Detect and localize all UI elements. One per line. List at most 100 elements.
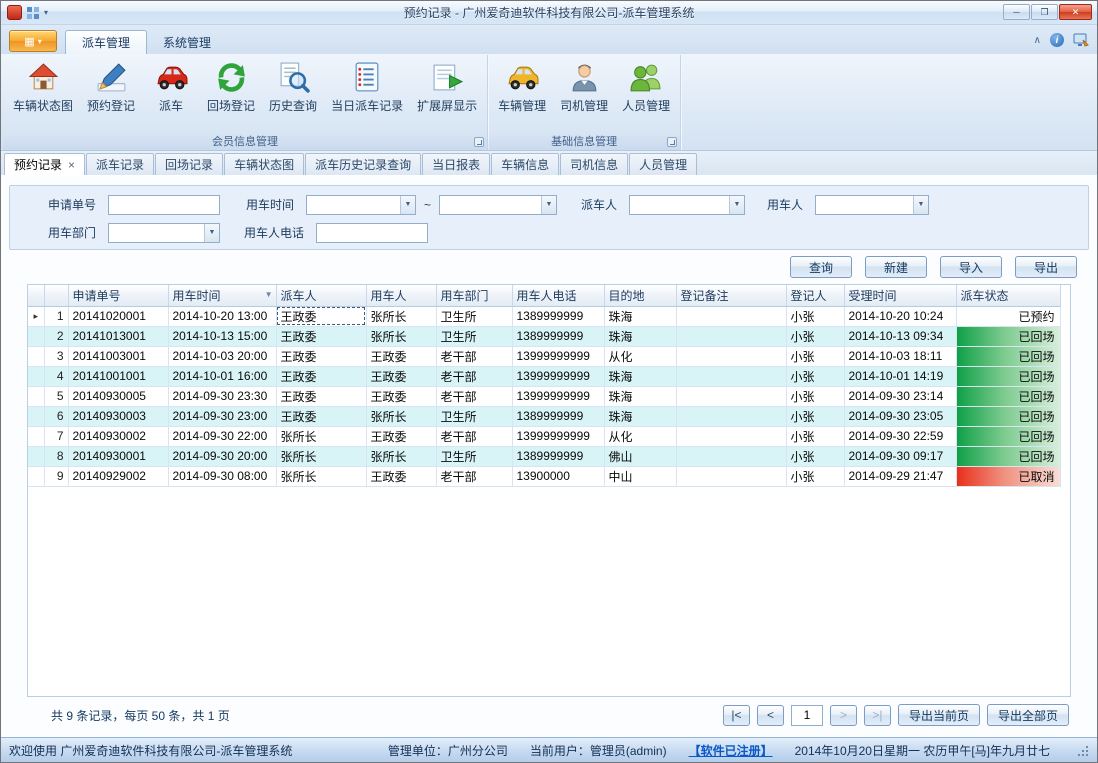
request-no-input[interactable] — [108, 195, 220, 215]
ribbon-button[interactable]: 历史查询 — [262, 58, 324, 132]
dispatcher-combo[interactable]: ▼ — [629, 195, 745, 215]
cell-request-no: 20140930002 — [68, 426, 168, 446]
document-tab[interactable]: 派车记录 — [86, 153, 154, 175]
date-text: 2014年10月20日星期一 农历甲午[马]年九月廿七 — [795, 742, 1050, 759]
query-button[interactable]: 查询 — [790, 256, 852, 278]
table-row[interactable]: 4 20141001001 2014-10-01 16:00 王政委 王政委 老… — [28, 366, 1060, 386]
selected-row-arrow-icon: ▸ — [33, 311, 38, 321]
column-header[interactable]: 登记人 — [786, 285, 844, 306]
column-header[interactable]: 受理时间 — [844, 285, 956, 306]
last-page-button[interactable]: >| — [864, 705, 891, 726]
skin-icon[interactable] — [1073, 32, 1089, 48]
column-header[interactable]: 登记备注 — [676, 285, 786, 306]
ribbon-button[interactable]: 司机管理 — [553, 58, 615, 132]
column-header[interactable]: 用车人电话 — [512, 285, 604, 306]
table-row[interactable]: 5 20140930005 2014-09-30 23:30 王政委 王政委 老… — [28, 386, 1060, 406]
table-row[interactable]: ▸ 1 20141020001 2014-10-20 13:00 王政委 张所长… — [28, 306, 1060, 326]
column-header[interactable]: 派车人 — [276, 285, 366, 306]
resize-grip-icon[interactable] — [1076, 744, 1089, 757]
table-row[interactable]: 9 20140929002 2014-09-30 08:00 张所长 王政委 老… — [28, 466, 1060, 486]
document-tab[interactable]: 预约记录 × — [4, 153, 85, 175]
phone-input[interactable] — [316, 223, 428, 243]
column-header[interactable]: 用车时间 ▼ — [168, 285, 276, 306]
column-header[interactable]: 目的地 — [604, 285, 676, 306]
document-tab[interactable]: 当日报表 — [422, 153, 490, 175]
export-current-page-button[interactable]: 导出当前页 — [898, 704, 980, 726]
next-page-button[interactable]: > — [830, 705, 857, 726]
use-time-from-combo[interactable]: ▼ — [306, 195, 416, 215]
document-tab[interactable]: 回场记录 — [155, 153, 223, 175]
collapse-ribbon-icon[interactable]: ∧ — [1034, 35, 1041, 46]
document-tab[interactable]: 车辆状态图 — [224, 153, 304, 175]
maximize-button[interactable]: ❐ — [1031, 4, 1058, 20]
cell-registrar: 小张 — [786, 406, 844, 426]
cell-destination: 珠海 — [604, 386, 676, 406]
document-tab[interactable]: 派车历史记录查询 — [305, 153, 421, 175]
table-row[interactable]: 3 20141003001 2014-10-03 20:00 王政委 王政委 老… — [28, 346, 1060, 366]
ribbon-button-label: 人员管理 — [622, 97, 670, 114]
table-row[interactable]: 6 20140930003 2014-09-30 23:00 王政委 张所长 卫… — [28, 406, 1060, 426]
new-button[interactable]: 新建 — [865, 256, 927, 278]
application-menu-button[interactable]: ▦ ▾ — [9, 30, 57, 52]
prev-page-button[interactable]: < — [757, 705, 784, 726]
chevron-down-icon[interactable]: ▼ — [729, 196, 744, 214]
cell-status: 已取消 — [956, 466, 1060, 486]
license-link[interactable]: 【软件已注册】 — [689, 742, 773, 759]
cell-remark — [676, 366, 786, 386]
document-tab[interactable]: 司机信息 — [560, 153, 628, 175]
chevron-down-icon[interactable]: ▼ — [913, 196, 928, 214]
ribbon-button[interactable]: 扩展屏显示 — [410, 58, 484, 132]
close-icon[interactable]: × — [68, 159, 75, 171]
column-header-label: 用车部门 — [441, 289, 489, 303]
ribbon-button[interactable]: 人员管理 — [615, 58, 677, 132]
chevron-down-icon[interactable]: ▼ — [204, 224, 219, 242]
column-header[interactable]: 派车状态 — [956, 285, 1060, 306]
qat-dropdown-icon[interactable]: ▾ — [44, 8, 48, 17]
column-header[interactable] — [44, 285, 68, 306]
cell-status: 已回场 — [956, 406, 1060, 426]
first-page-button[interactable]: |< — [723, 705, 750, 726]
driver-icon — [568, 61, 601, 94]
document-tab[interactable]: 人员管理 — [629, 153, 697, 175]
table-row[interactable]: 2 20141013001 2014-10-13 15:00 王政委 张所长 卫… — [28, 326, 1060, 346]
table-row[interactable]: 7 20140930002 2014-09-30 22:00 张所长 王政委 老… — [28, 426, 1060, 446]
row-indicator-cell — [28, 366, 44, 386]
column-header[interactable]: 申请单号 — [68, 285, 168, 306]
ribbon-button[interactable]: 派车 — [142, 58, 200, 132]
ribbon-tab-dispatch[interactable]: 派车管理 — [65, 30, 147, 54]
user-combo[interactable]: ▼ — [815, 195, 929, 215]
column-header[interactable]: 用车人 — [366, 285, 436, 306]
minimize-button[interactable]: ─ — [1003, 4, 1030, 20]
cell-request-no: 20140929002 — [68, 466, 168, 486]
dept-combo[interactable]: ▼ — [108, 223, 220, 243]
ribbon-button[interactable]: 回场登记 — [200, 58, 262, 132]
chevron-down-icon[interactable]: ▼ — [541, 196, 556, 214]
page-number-input[interactable] — [791, 705, 823, 726]
ribbon-tab-system[interactable]: 系统管理 — [147, 30, 227, 54]
use-time-to-combo[interactable]: ▼ — [439, 195, 557, 215]
help-icon[interactable]: i — [1050, 33, 1064, 47]
column-filter-arrow-icon[interactable]: ▼ — [265, 290, 273, 299]
cell-dispatcher: 王政委 — [276, 306, 366, 326]
ribbon-button[interactable]: 预约登记 — [80, 58, 142, 132]
ribbon-button[interactable]: 车辆状态图 — [6, 58, 80, 132]
dialog-launcher-icon[interactable] — [474, 137, 484, 147]
export-all-pages-button[interactable]: 导出全部页 — [987, 704, 1069, 726]
import-button[interactable]: 导入 — [940, 256, 1002, 278]
cell-dept: 老干部 — [436, 386, 512, 406]
app-icon — [7, 5, 22, 20]
close-button[interactable]: ✕ — [1059, 4, 1092, 20]
chevron-down-icon: ▾ — [38, 37, 42, 46]
dialog-launcher-icon[interactable] — [667, 137, 677, 147]
column-header[interactable] — [28, 285, 44, 306]
export-button[interactable]: 导出 — [1015, 256, 1077, 278]
status-bar: 欢迎使用 广州爱奇迪软件科技有限公司-派车管理系统 管理单位：广州分公司 当前用… — [1, 737, 1097, 762]
table-row[interactable]: 8 20140930001 2014-09-30 20:00 张所长 张所长 卫… — [28, 446, 1060, 466]
layout-grid-icon[interactable] — [26, 6, 40, 20]
column-header[interactable]: 用车部门 — [436, 285, 512, 306]
document-tab[interactable]: 车辆信息 — [491, 153, 559, 175]
ribbon-button[interactable]: 当日派车记录 — [324, 58, 410, 132]
chevron-down-icon[interactable]: ▼ — [400, 196, 415, 214]
ribbon-button[interactable]: 车辆管理 — [491, 58, 553, 132]
org-text: 管理单位：广州分公司 — [388, 742, 508, 759]
